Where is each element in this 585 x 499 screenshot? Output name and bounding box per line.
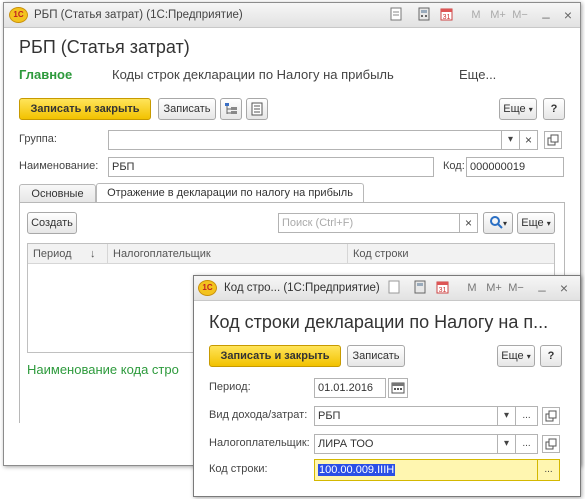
1c-logo-icon: 1С (198, 280, 217, 296)
page-title: РБП (Статья затрат) (19, 37, 190, 57)
search-icon (489, 216, 503, 229)
calendar-picker-icon[interactable] (388, 378, 408, 398)
dialog-save-and-close-button[interactable]: Записать и закрыть (209, 345, 341, 367)
line-code-field[interactable]: 100.00.009.IIIН (314, 459, 538, 481)
m-plus-icon[interactable]: M+ (490, 7, 506, 23)
m-minus-icon[interactable]: M− (508, 280, 524, 296)
code-label: Код: (443, 160, 465, 172)
period-field[interactable]: 01.01.2016 (314, 378, 386, 398)
nav-declaration-codes[interactable]: Коды строк декларации по Налогу на прибы… (112, 67, 394, 82)
sort-arrow-icon: ↓ (90, 248, 96, 260)
report-list-icon[interactable] (246, 98, 268, 120)
income-type-field[interactable]: РБП (314, 406, 498, 426)
column-line-code[interactable]: Код строки (348, 244, 554, 264)
main-window-title: РБП (Статья затрат) (1С:Предприятие) (34, 9, 243, 21)
svg-text:31: 31 (442, 14, 450, 21)
period-label: Период: (209, 381, 251, 393)
calendar-icon[interactable]: 31 (438, 7, 454, 23)
income-type-label: Вид дохода/затрат: (209, 409, 308, 421)
m-plus-icon[interactable]: M+ (486, 280, 502, 296)
m-icon[interactable]: M (468, 7, 484, 23)
group-clear-icon[interactable]: × (520, 130, 538, 150)
column-taxpayer[interactable]: Налогоплательщик (108, 244, 348, 264)
income-type-open-icon[interactable] (542, 407, 560, 425)
tab-basic[interactable]: Основные (19, 184, 96, 203)
help-button[interactable]: ? (543, 98, 565, 120)
search-clear-icon[interactable]: × (460, 213, 478, 233)
more-button[interactable]: Еще ▾ (499, 98, 537, 120)
m-icon[interactable]: M (464, 280, 480, 296)
group-label: Группа: (19, 133, 57, 145)
save-button[interactable]: Записать (158, 98, 216, 120)
nav-more[interactable]: Еще... (459, 67, 496, 82)
document-icon[interactable] (386, 280, 402, 296)
line-code-name-label: Наименование кода стро (27, 362, 179, 377)
taxpayer-field[interactable]: ЛИРА ТОО (314, 434, 498, 454)
group-open-icon[interactable] (544, 131, 562, 149)
svg-text:31: 31 (438, 287, 446, 294)
taxpayer-label: Налогоплательщик: (209, 437, 310, 449)
1c-logo-icon: 1С (9, 7, 28, 23)
search-button[interactable]: ▾ (483, 212, 513, 234)
save-and-close-button[interactable]: Записать и закрыть (19, 98, 151, 120)
close-icon[interactable]: × (560, 7, 576, 23)
taxpayer-select-icon[interactable]: ... (516, 434, 538, 454)
calculator-icon[interactable] (416, 7, 432, 23)
group-field[interactable] (108, 130, 502, 150)
minimize-icon[interactable]: _ (534, 277, 550, 293)
name-label: Наименование: (19, 160, 99, 172)
minimize-icon[interactable]: _ (538, 4, 554, 20)
tab-declaration-reflection[interactable]: Отражение в декларации по налогу на приб… (96, 183, 364, 203)
list-more-label: Еще (521, 217, 544, 229)
dialog-heading: Код строки декларации по Налогу на п... (209, 312, 549, 332)
dropdown-arrow-icon: ▾ (526, 352, 531, 361)
create-button[interactable]: Создать (27, 212, 77, 234)
m-minus-icon[interactable]: M− (512, 7, 528, 23)
dialog-titlebar[interactable]: 1С Код стро... (1С:Предприятие) 31 M M+ … (194, 276, 580, 301)
dropdown-arrow-icon: ▾ (502, 219, 507, 228)
dialog-save-button[interactable]: Записать (347, 345, 405, 367)
table-header: Период ↓ Налогоплательщик Код строки (28, 244, 554, 264)
column-period[interactable]: Период ↓ (28, 244, 108, 264)
taxpayer-dropdown-icon[interactable]: ▾ (498, 434, 516, 454)
main-titlebar[interactable]: 1С РБП (Статья затрат) (1С:Предприятие) … (4, 3, 580, 28)
dialog-help-button[interactable]: ? (540, 345, 562, 367)
line-code-value: 100.00.009.IIIН (318, 464, 396, 476)
dialog-title: Код стро... (1С:Предприятие) (224, 282, 380, 294)
list-more-button[interactable]: Еще ▾ (517, 212, 555, 234)
line-code-label: Код строки: (209, 463, 268, 475)
dropdown-arrow-icon: ▾ (546, 219, 551, 228)
dropdown-arrow-icon: ▾ (528, 105, 533, 114)
calculator-icon[interactable] (412, 280, 428, 296)
structure-icon[interactable] (220, 98, 242, 120)
nav-main[interactable]: Главное (19, 67, 72, 82)
income-type-select-icon[interactable]: ... (516, 406, 538, 426)
taxpayer-open-icon[interactable] (542, 435, 560, 453)
line-code-select-icon[interactable]: ... (538, 459, 560, 481)
dialog-more-button[interactable]: Еще ▾ (497, 345, 535, 367)
dialog-more-label: Еще (501, 350, 524, 362)
column-period-label: Период (33, 248, 72, 260)
calendar-icon[interactable]: 31 (434, 280, 450, 296)
close-icon[interactable]: × (556, 280, 572, 296)
code-field[interactable]: 000000019 (466, 157, 564, 177)
income-type-dropdown-icon[interactable]: ▾ (498, 406, 516, 426)
search-input[interactable]: Поиск (Ctrl+F) (278, 213, 460, 233)
group-dropdown-icon[interactable]: ▾ (502, 130, 520, 150)
name-field[interactable]: РБП (108, 157, 434, 177)
line-code-dialog: 1С Код стро... (1С:Предприятие) 31 M M+ … (193, 275, 581, 497)
more-button-label: Еще (503, 103, 526, 115)
document-icon[interactable] (388, 7, 404, 23)
